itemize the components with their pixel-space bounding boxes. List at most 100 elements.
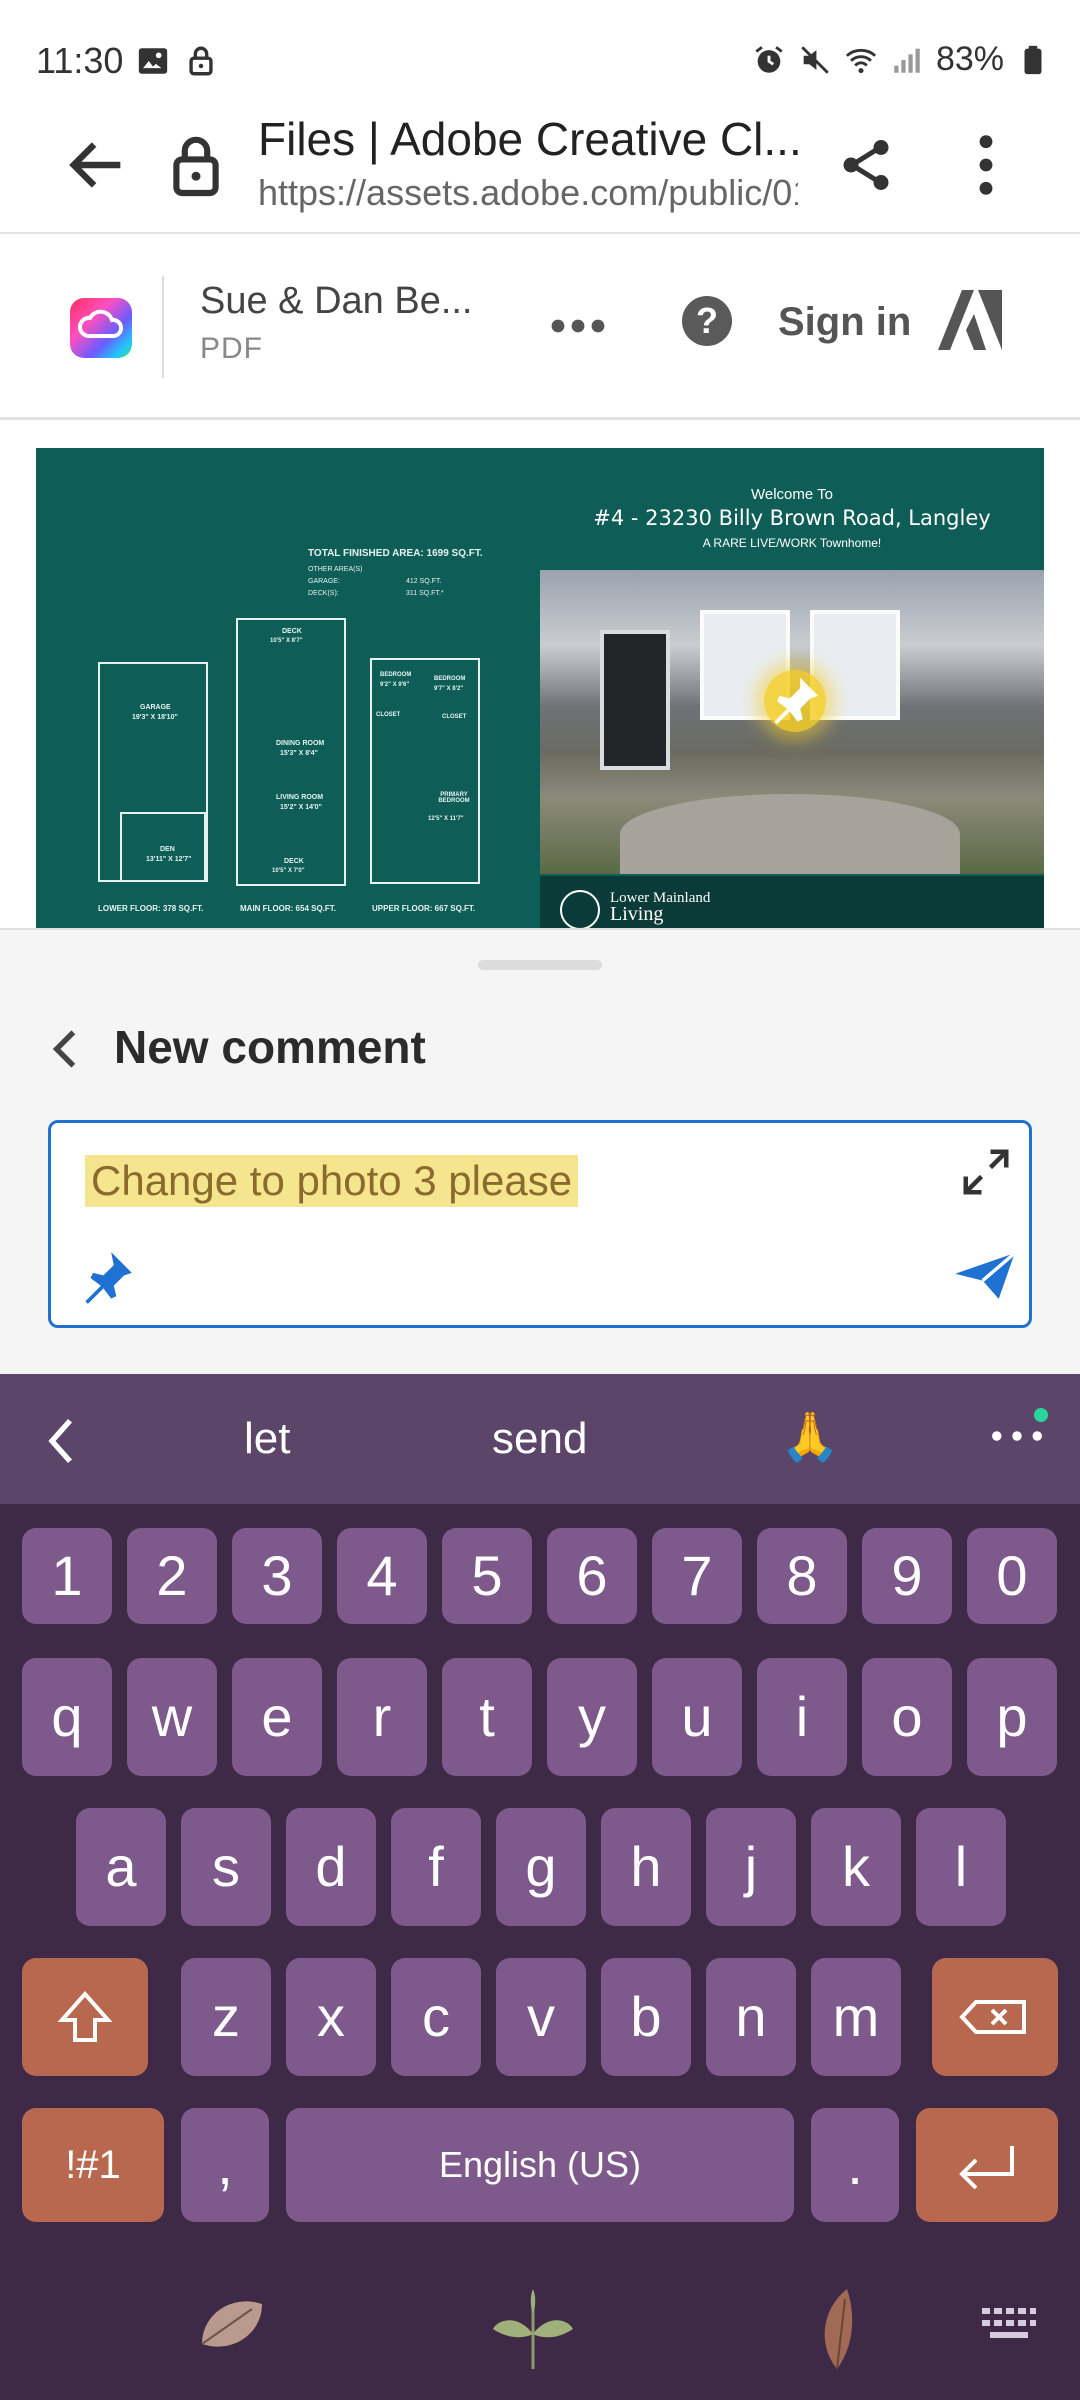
- room-living: LIVING ROOM: [276, 794, 324, 801]
- alarm-icon: [755, 45, 783, 73]
- send-icon[interactable]: [953, 1249, 1017, 1303]
- key-o[interactable]: o: [862, 1658, 952, 1776]
- key-8[interactable]: 8: [757, 1528, 847, 1624]
- room-dining: DINING ROOM: [276, 740, 325, 747]
- key-h[interactable]: h: [601, 1808, 691, 1926]
- key-d[interactable]: d: [286, 1808, 376, 1926]
- mute-icon: [801, 45, 829, 74]
- feather-decoration-icon: [824, 2289, 853, 2370]
- key-5[interactable]: 5: [442, 1528, 532, 1624]
- key-2[interactable]: 2: [127, 1528, 217, 1624]
- decks-area-label: DECK(S):: [308, 590, 339, 597]
- key-1[interactable]: 1: [22, 1528, 112, 1624]
- brand-logo: [560, 890, 600, 928]
- key-v[interactable]: v: [496, 1958, 586, 2076]
- adobe-logo-icon[interactable]: [938, 290, 1002, 350]
- space-key[interactable]: English (US): [286, 2108, 794, 2222]
- key-t[interactable]: t: [442, 1658, 532, 1776]
- help-icon[interactable]: ?: [682, 296, 732, 346]
- shift-key[interactable]: [22, 1958, 148, 2076]
- suggestion-3[interactable]: 🙏: [780, 1408, 840, 1465]
- key-i[interactable]: i: [757, 1658, 847, 1776]
- key-x[interactable]: x: [286, 1958, 376, 2076]
- key-y[interactable]: y: [547, 1658, 637, 1776]
- lock-status-icon: [189, 46, 213, 76]
- comment-text[interactable]: Change to photo 3 please: [85, 1155, 579, 1207]
- comment-input[interactable]: Change to photo 3 please: [48, 1120, 1032, 1328]
- key-9[interactable]: 9: [862, 1528, 952, 1624]
- key-l[interactable]: l: [916, 1808, 1006, 1926]
- key-s[interactable]: s: [181, 1808, 271, 1926]
- chevron-left-icon[interactable]: [48, 1024, 82, 1074]
- room-bedroom-1: BEDROOM: [380, 672, 412, 678]
- share-icon[interactable]: [836, 130, 896, 200]
- key-u[interactable]: u: [652, 1658, 742, 1776]
- key-w[interactable]: w: [127, 1658, 217, 1776]
- room-dining-size: 15'3" X 8'4": [280, 750, 318, 757]
- key-j[interactable]: j: [706, 1808, 796, 1926]
- keyboard-hide-icon[interactable]: [980, 2304, 1038, 2344]
- more-horiz-icon[interactable]: [990, 1428, 1044, 1444]
- more-horiz-icon[interactable]: [548, 296, 608, 356]
- key-k[interactable]: k: [811, 1808, 901, 1926]
- suggestion-1[interactable]: let: [244, 1414, 290, 1464]
- room-primary-size: 12'5" X 11'7": [428, 816, 464, 822]
- key-n[interactable]: n: [706, 1958, 796, 2076]
- secure-lock-icon[interactable]: [168, 130, 224, 200]
- pin-icon[interactable]: [75, 1247, 137, 1309]
- brand-line-2: Living: [610, 903, 664, 925]
- key-6[interactable]: 6: [547, 1528, 637, 1624]
- comment-pin-marker[interactable]: [764, 670, 826, 732]
- key-0[interactable]: 0: [967, 1528, 1057, 1624]
- key-a[interactable]: a: [76, 1808, 166, 1926]
- room-bedroom-2-size: 9'7" X 8'2": [434, 686, 464, 692]
- comment-title: New comment: [114, 1021, 426, 1073]
- key-p[interactable]: p: [967, 1658, 1057, 1776]
- drag-handle[interactable]: [478, 960, 602, 970]
- document-name[interactable]: Sue & Dan Be...: [200, 280, 473, 323]
- key-z[interactable]: z: [181, 1958, 271, 2076]
- key-4[interactable]: 4: [337, 1528, 427, 1624]
- room-deck-bottom: DECK: [284, 858, 304, 865]
- creative-cloud-logo[interactable]: [70, 298, 132, 358]
- pdf-preview[interactable]: TOTAL FINISHED AREA: 1699 SQ.FT. OTHER A…: [36, 448, 1044, 928]
- key-7[interactable]: 7: [652, 1528, 742, 1624]
- page-title[interactable]: Files | Adobe Creative Cl...: [258, 112, 798, 166]
- more-vert-icon[interactable]: [966, 130, 1006, 200]
- backspace-key[interactable]: [932, 1958, 1058, 2076]
- battery-icon: [1024, 45, 1042, 74]
- welcome-text: Welcome To: [751, 486, 833, 503]
- key-3[interactable]: 3: [232, 1528, 322, 1624]
- period-key[interactable]: .: [811, 2108, 899, 2222]
- suggestion-back-icon[interactable]: [44, 1414, 78, 1468]
- page-url[interactable]: https://assets.adobe.com/public/01(: [258, 172, 798, 214]
- key-c[interactable]: c: [391, 1958, 481, 2076]
- back-arrow-icon[interactable]: [62, 130, 132, 200]
- key-m[interactable]: m: [811, 1958, 901, 2076]
- key-e[interactable]: e: [232, 1658, 322, 1776]
- sign-in-link[interactable]: Sign in: [778, 300, 911, 345]
- room-garage-size: 19'3" X 18'10": [132, 714, 178, 721]
- key-q[interactable]: q: [22, 1658, 112, 1776]
- symbols-key[interactable]: !#1: [22, 2108, 164, 2222]
- expand-icon[interactable]: [959, 1145, 1013, 1199]
- key-b[interactable]: b: [601, 1958, 691, 2076]
- upper-floor-label: UPPER FLOOR: 667 SQ.FT.: [372, 904, 476, 913]
- garage-area-label: GARAGE:: [308, 578, 340, 585]
- listing-address: #4 - 23230 Billy Brown Road, Langley: [593, 506, 991, 530]
- key-g[interactable]: g: [496, 1808, 586, 1926]
- front-door: [600, 630, 670, 770]
- battery-percent: 83%: [935, 40, 1004, 78]
- comma-key[interactable]: ,: [181, 2108, 269, 2222]
- suggestion-2[interactable]: send: [492, 1414, 587, 1464]
- gravel-path: [620, 794, 960, 874]
- notification-dot: [1034, 1408, 1048, 1422]
- wifi-icon: [845, 48, 877, 73]
- other-areas-label: OTHER AREA(S): [308, 566, 363, 573]
- enter-key[interactable]: [916, 2108, 1058, 2222]
- room-closet-2: CLOSET: [442, 714, 467, 720]
- room-living-size: 15'2" X 14'0": [280, 804, 322, 811]
- room-bedroom-2: BEDROOM: [434, 676, 466, 682]
- key-r[interactable]: r: [337, 1658, 427, 1776]
- key-f[interactable]: f: [391, 1808, 481, 1926]
